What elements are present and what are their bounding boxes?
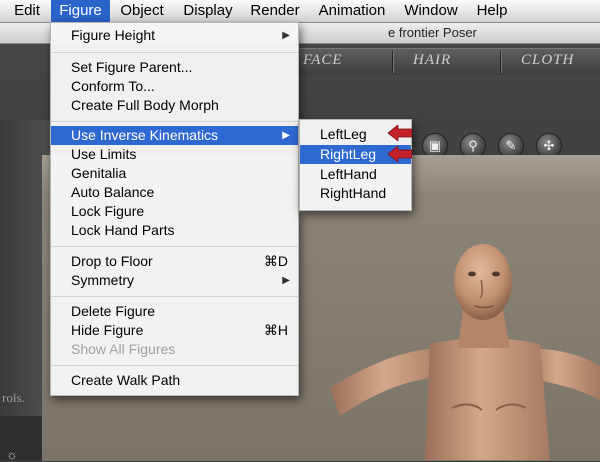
menu-bar: Edit Figure Object Display Render Animat…	[0, 0, 600, 23]
menu-edit[interactable]: Edit	[6, 0, 48, 22]
menu-item-use-inverse-kinematics[interactable]: Use Inverse Kinematics ▶	[51, 126, 298, 145]
menu-item-set-figure-parent[interactable]: Set Figure Parent...	[51, 58, 298, 77]
submenu-item-right-hand[interactable]: RightHand	[300, 184, 411, 203]
menu-item-symmetry[interactable]: Symmetry ▶	[51, 271, 298, 290]
tab-divider	[392, 51, 394, 73]
menu-help[interactable]: Help	[470, 0, 514, 22]
menu-item-delete-figure[interactable]: Delete Figure	[51, 302, 298, 321]
submenu-item-left-hand[interactable]: LeftHand	[300, 165, 411, 184]
shortcut-label: ⌘D	[263, 253, 288, 269]
menu-animation[interactable]: Animation	[311, 0, 393, 22]
menu-item-figure-height[interactable]: Figure Height ▶	[51, 26, 298, 45]
tab-cloth[interactable]: CLOTH	[521, 52, 574, 69]
menu-window[interactable]: Window	[399, 0, 463, 22]
annotation-arrow-icon	[388, 125, 412, 141]
menu-item-hide-figure[interactable]: Hide Figure ⌘H	[51, 321, 298, 340]
menu-display[interactable]: Display	[176, 0, 240, 22]
tab-face[interactable]: FACE	[303, 52, 343, 69]
window-title: e frontier Poser	[388, 25, 477, 40]
menu-separator	[51, 365, 298, 366]
annotation-arrow-icon	[388, 146, 412, 162]
menu-item-genitalia[interactable]: Genitalia	[51, 164, 298, 183]
tab-hair[interactable]: HAIR	[413, 52, 451, 69]
menu-separator	[51, 246, 298, 247]
figure-menu: Figure Height ▶ Set Figure Parent... Conf…	[50, 22, 299, 396]
menu-object[interactable]: Object	[113, 0, 171, 22]
menu-item-lock-figure[interactable]: Lock Figure	[51, 202, 298, 221]
menu-figure[interactable]: Figure	[51, 0, 110, 22]
submenu-arrow-icon: ▶	[282, 30, 290, 41]
menu-render[interactable]: Render	[245, 0, 305, 22]
menu-item-show-all-figures: Show All Figures	[71, 341, 176, 357]
menu-item-create-full-body-morph[interactable]: Create Full Body Morph	[51, 96, 298, 115]
menu-item-auto-balance[interactable]: Auto Balance	[51, 183, 298, 202]
shortcut-label: ⌘H	[263, 322, 288, 338]
menu-item-create-walk-path[interactable]: Create Walk Path	[51, 371, 298, 390]
submenu-arrow-icon: ▶	[282, 130, 290, 141]
menu-item-drop-to-floor[interactable]: Drop to Floor ⌘D	[51, 252, 298, 271]
menu-separator	[51, 296, 298, 297]
panel-hint-text: rols.	[2, 390, 25, 405]
menu-separator	[51, 52, 298, 53]
submenu-arrow-icon: ▶	[282, 275, 290, 286]
figure-3d-model[interactable]	[300, 238, 600, 460]
room-tabs: FACE HAIR CLOTH	[295, 48, 600, 75]
menu-item-lock-hand-parts[interactable]: Lock Hand Parts	[51, 221, 298, 240]
tab-divider	[500, 51, 502, 73]
menu-separator	[51, 121, 298, 122]
menu-item-conform-to[interactable]: Conform To...	[51, 77, 298, 96]
menu-item-use-limits[interactable]: Use Limits	[51, 145, 298, 164]
